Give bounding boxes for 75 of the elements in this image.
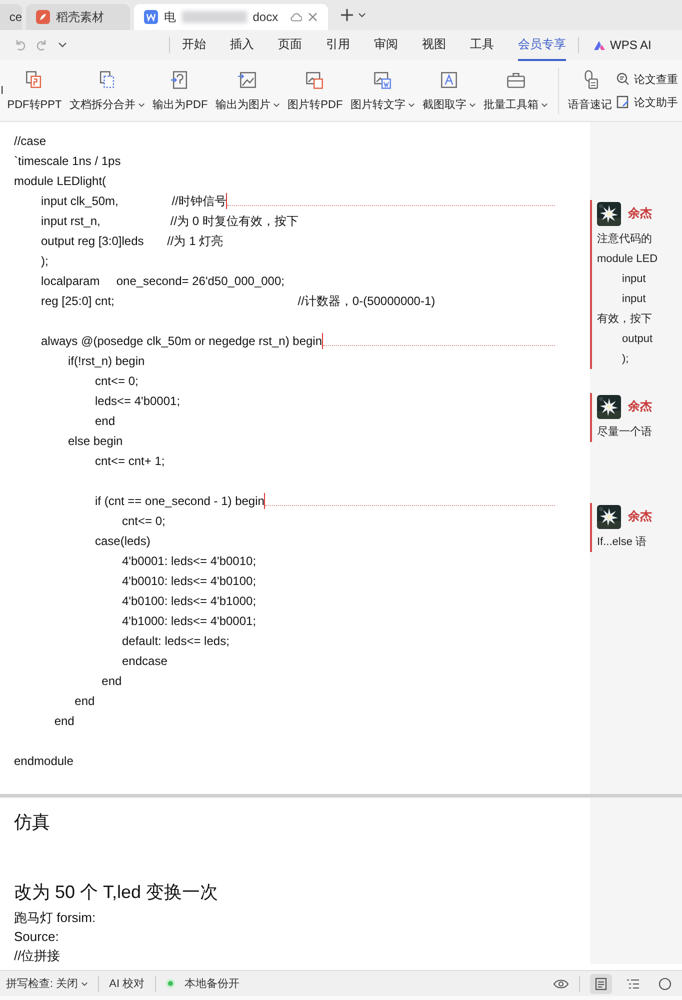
toolbar-button[interactable]: 批量工具箱 bbox=[480, 69, 552, 112]
menu-tab[interactable]: 视图 bbox=[422, 30, 446, 60]
code-line: output reg [3:0]leds //为 1 灯亮 bbox=[40, 232, 224, 250]
code-line: cnt<= 0; bbox=[121, 514, 166, 528]
browser-tab[interactable]: ce bbox=[0, 4, 22, 30]
browser-tab[interactable]: 稻壳素材 bbox=[26, 4, 130, 30]
menu-tab[interactable]: 页面 bbox=[278, 30, 302, 60]
toolbar-button[interactable]: 论文查重 bbox=[616, 72, 678, 86]
toolbar-button[interactable]: PDF转PPT bbox=[3, 69, 66, 112]
comment-author: 余杰 bbox=[628, 205, 652, 222]
body-text: //位拼接 bbox=[14, 947, 62, 965]
code-line: cnt<= cnt+ 1; bbox=[94, 454, 165, 468]
menu-tab[interactable]: 引用 bbox=[326, 30, 350, 60]
code-line: 4'b0001: leds<= 4'b0010; bbox=[121, 554, 256, 568]
code-line: end bbox=[94, 414, 116, 428]
menu-tab[interactable]: 审阅 bbox=[374, 30, 398, 60]
code-line: localparam one_second= 26'd50_000_000; bbox=[40, 274, 284, 288]
code-line: input clk_50m, //时钟信号 bbox=[40, 192, 226, 210]
code-line: module LEDlight( bbox=[14, 174, 106, 188]
toolbar-button[interactable]: 截图取字 bbox=[418, 69, 480, 112]
comment-card[interactable]: 余杰 注意代码的 module LED input input 有效，按下 output ); bbox=[590, 200, 682, 369]
comment-text: 尽量一个语 bbox=[597, 425, 653, 440]
code-line: else begin bbox=[67, 434, 123, 448]
toolbar-button[interactable]: 文档拆分合并 bbox=[66, 69, 149, 112]
toolbar-button[interactable]: 输出为PDF bbox=[148, 69, 212, 112]
code-line: 4'b1000: leds<= 4'b0001; bbox=[121, 614, 256, 628]
comment-text: ); bbox=[621, 352, 630, 367]
toolbar-button[interactable]: 输出为图片 bbox=[212, 69, 284, 112]
browser-tab[interactable]: 电 docx bbox=[134, 4, 328, 30]
comment-text: input bbox=[621, 272, 647, 287]
heading: 仿真 bbox=[14, 811, 51, 834]
code-line: end bbox=[74, 694, 95, 708]
comment-text: 有效，按下 bbox=[597, 312, 653, 327]
code-line: default: leds<= leds; bbox=[121, 634, 230, 648]
heading: 改为 50 个 T,led 变换一次 bbox=[14, 881, 220, 904]
toolbar-button[interactable]: 语音速记 bbox=[564, 69, 616, 112]
code-line: always @(posedge clk_50m or negedge rst_n) begin bbox=[40, 334, 322, 348]
code-line: leds<= 4'b0001; bbox=[94, 394, 180, 408]
code-line: end bbox=[100, 674, 122, 688]
code-line: cnt<= 0; bbox=[94, 374, 138, 388]
menu-tab[interactable]: 插入 bbox=[230, 30, 254, 60]
comment-author: 余杰 bbox=[628, 508, 652, 525]
spell-check-toggle[interactable]: 拼写检查: 关闭 bbox=[6, 976, 88, 991]
body-text: 跑马灯 forsim: bbox=[14, 909, 97, 927]
comment-author: 余杰 bbox=[628, 398, 652, 415]
comment-card[interactable]: 余杰 尽量一个语 bbox=[590, 393, 682, 442]
code-line: if(!rst_n) begin bbox=[67, 354, 145, 368]
comment-text: If...else 语 bbox=[597, 535, 648, 550]
code-line: end bbox=[53, 714, 74, 728]
comment-text: 注意代码的 bbox=[597, 232, 653, 247]
menu-tab[interactable]: 开始 bbox=[182, 30, 206, 60]
comment-text: input bbox=[621, 292, 647, 307]
wps-ai-label[interactable]: WPS AI bbox=[610, 38, 652, 52]
code-line: endcase bbox=[121, 654, 168, 668]
ai-check-button[interactable]: AI 校对 bbox=[109, 976, 145, 991]
toolbar-button[interactable]: l bbox=[0, 84, 4, 96]
toolbar-button[interactable]: 图片转文字 bbox=[346, 69, 419, 112]
code-line: 4'b0100: leds<= 4'b1000; bbox=[121, 594, 256, 608]
code-line: input rst_n, //为 0 时复位有效，按下 bbox=[40, 212, 298, 230]
code-line: reg [25:0] cnt; //计数器，0-(50000000-1) bbox=[40, 292, 436, 310]
comment-card[interactable]: 余杰 If...else 语 bbox=[590, 503, 682, 552]
menu-tab[interactable]: 工具 bbox=[470, 30, 494, 60]
toolbar-button[interactable]: 图片转PDF bbox=[284, 69, 347, 112]
body-text: Source: bbox=[14, 928, 60, 946]
comment-text: module LED bbox=[597, 252, 659, 267]
backup-status: 本地备份开 bbox=[184, 977, 240, 991]
code-line: 4'b0010: leds<= 4'b0100; bbox=[121, 574, 256, 588]
code-line: //case bbox=[14, 134, 46, 148]
code-line: `timescale 1ns / 1ps bbox=[14, 154, 121, 168]
code-line: if (cnt == one_second - 1) begin bbox=[94, 494, 264, 508]
code-line: ); bbox=[40, 254, 48, 268]
code-line: endmodule bbox=[14, 754, 74, 768]
code-line: case(leds) bbox=[94, 534, 150, 548]
comment-text: output bbox=[621, 332, 654, 347]
toolbar-button[interactable]: 论文助手 bbox=[616, 94, 678, 110]
